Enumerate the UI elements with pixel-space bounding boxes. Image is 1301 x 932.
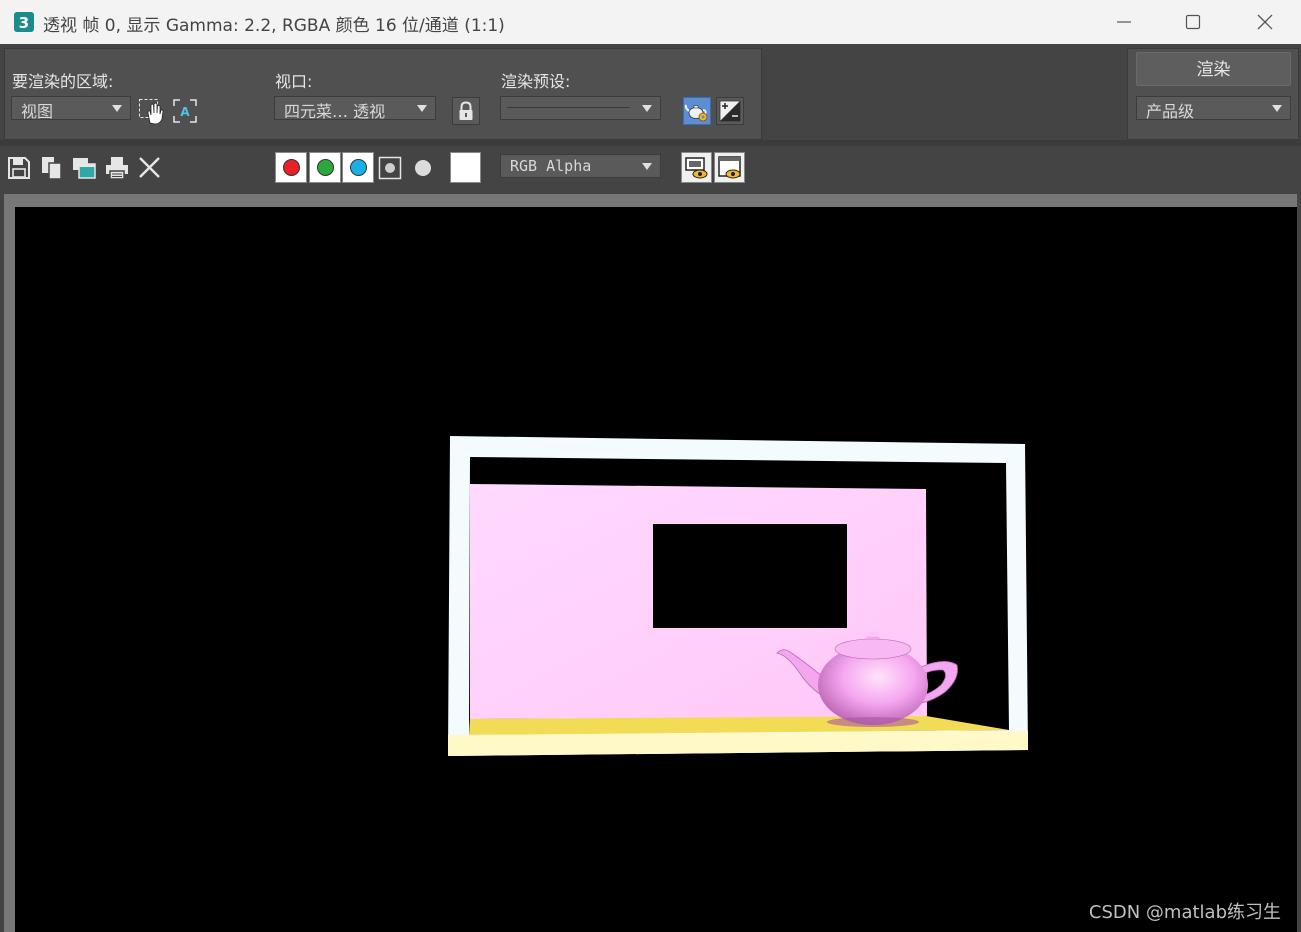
chevron-down-icon (642, 105, 652, 112)
green-channel-toggle[interactable] (309, 152, 341, 183)
render-settings-panel (4, 48, 762, 140)
minimize-button[interactable] (1101, 0, 1147, 44)
display-eye-icon (685, 157, 708, 179)
lock-viewport-button[interactable] (452, 97, 480, 125)
channel-display-dropdown[interactable]: RGB Alpha (500, 154, 661, 178)
clone-window-icon (73, 158, 96, 179)
save-icon (8, 157, 30, 179)
window-title: 透视 帧 0, 显示 Gamma: 2.2, RGBA 颜色 16 位/通道 (… (43, 16, 505, 36)
rendered-image-viewport[interactable]: CSDN @matlab练习生 (15, 207, 1297, 932)
rendered-scene (448, 436, 1028, 756)
green-channel-icon (317, 159, 334, 176)
maximize-button[interactable] (1170, 0, 1216, 44)
area-to-render-dropdown[interactable]: 视图 (11, 96, 131, 120)
render-mode-value: 产品级 (1146, 102, 1195, 120)
monochrome-icon (415, 160, 431, 176)
chevron-down-icon (642, 163, 652, 170)
clear-icon (139, 157, 160, 178)
red-channel-icon (283, 159, 300, 176)
teapot-gear-icon (684, 104, 708, 122)
save-button[interactable] (6, 155, 32, 181)
close-button[interactable] (1242, 0, 1288, 44)
hand-region-icon (139, 99, 164, 125)
render-setup-button[interactable] (683, 97, 711, 125)
chevron-down-icon (112, 105, 122, 112)
frame-preview-toggle[interactable] (714, 152, 745, 183)
clone-frame-window-button[interactable] (71, 155, 97, 181)
maximize-icon (1185, 14, 1201, 30)
environment-effects-button[interactable] (716, 97, 744, 125)
app-icon: 3 (13, 11, 35, 33)
color-swatch[interactable] (450, 152, 481, 183)
blue-channel-icon (350, 159, 367, 176)
copy-image-button[interactable] (39, 155, 65, 181)
svg-text:A: A (180, 105, 190, 119)
viewport-value: 四元菜… 透视 (284, 102, 386, 120)
copy-icon (42, 157, 62, 180)
print-icon (106, 157, 128, 180)
monochrome-toggle[interactable] (410, 155, 436, 181)
render-button[interactable]: 渲染 (1136, 52, 1291, 86)
wall-window (653, 524, 847, 628)
close-icon (1257, 14, 1273, 30)
window-eye-icon (718, 156, 741, 179)
viewport-label: 视口: (275, 72, 313, 91)
edit-region-button[interactable] (138, 97, 166, 125)
minimize-icon (1117, 21, 1131, 23)
render-preset-dropdown[interactable] (500, 96, 661, 120)
area-to-render-value: 视图 (21, 102, 54, 120)
viewport-dropdown[interactable]: 四元菜… 透视 (274, 96, 436, 120)
red-channel-toggle[interactable] (275, 152, 307, 183)
blue-channel-toggle[interactable] (342, 152, 374, 183)
auto-region-button[interactable]: A (171, 97, 199, 125)
alpha-channel-toggle[interactable] (377, 155, 403, 181)
print-image-button[interactable] (104, 155, 130, 181)
title-bar: 3 透视 帧 0, 显示 Gamma: 2.2, RGBA 颜色 16 位/通道… (0, 0, 1301, 44)
render-mode-dropdown[interactable]: 产品级 (1136, 96, 1291, 120)
alpha-channel-icon (378, 156, 402, 180)
render-frame-window: 3 透视 帧 0, 显示 Gamma: 2.2, RGBA 颜色 16 位/通道… (0, 0, 1301, 932)
chevron-down-icon (417, 105, 427, 112)
auto-region-icon: A (173, 99, 197, 123)
display-corrected-toggle[interactable] (681, 152, 712, 183)
clear-image-button[interactable] (137, 155, 163, 181)
lock-icon (459, 101, 473, 120)
watermark-text: CSDN @matlab练习生 (1088, 902, 1281, 923)
app-icon-label: 3 (19, 14, 29, 32)
chevron-down-icon (1272, 105, 1282, 112)
floor-edge (448, 731, 1028, 756)
render-preset-label: 渲染预设: (501, 72, 571, 91)
exposure-icon (719, 100, 741, 122)
channel-display-value: RGB Alpha (510, 157, 592, 175)
area-to-render-label: 要渲染的区域: (12, 72, 114, 91)
